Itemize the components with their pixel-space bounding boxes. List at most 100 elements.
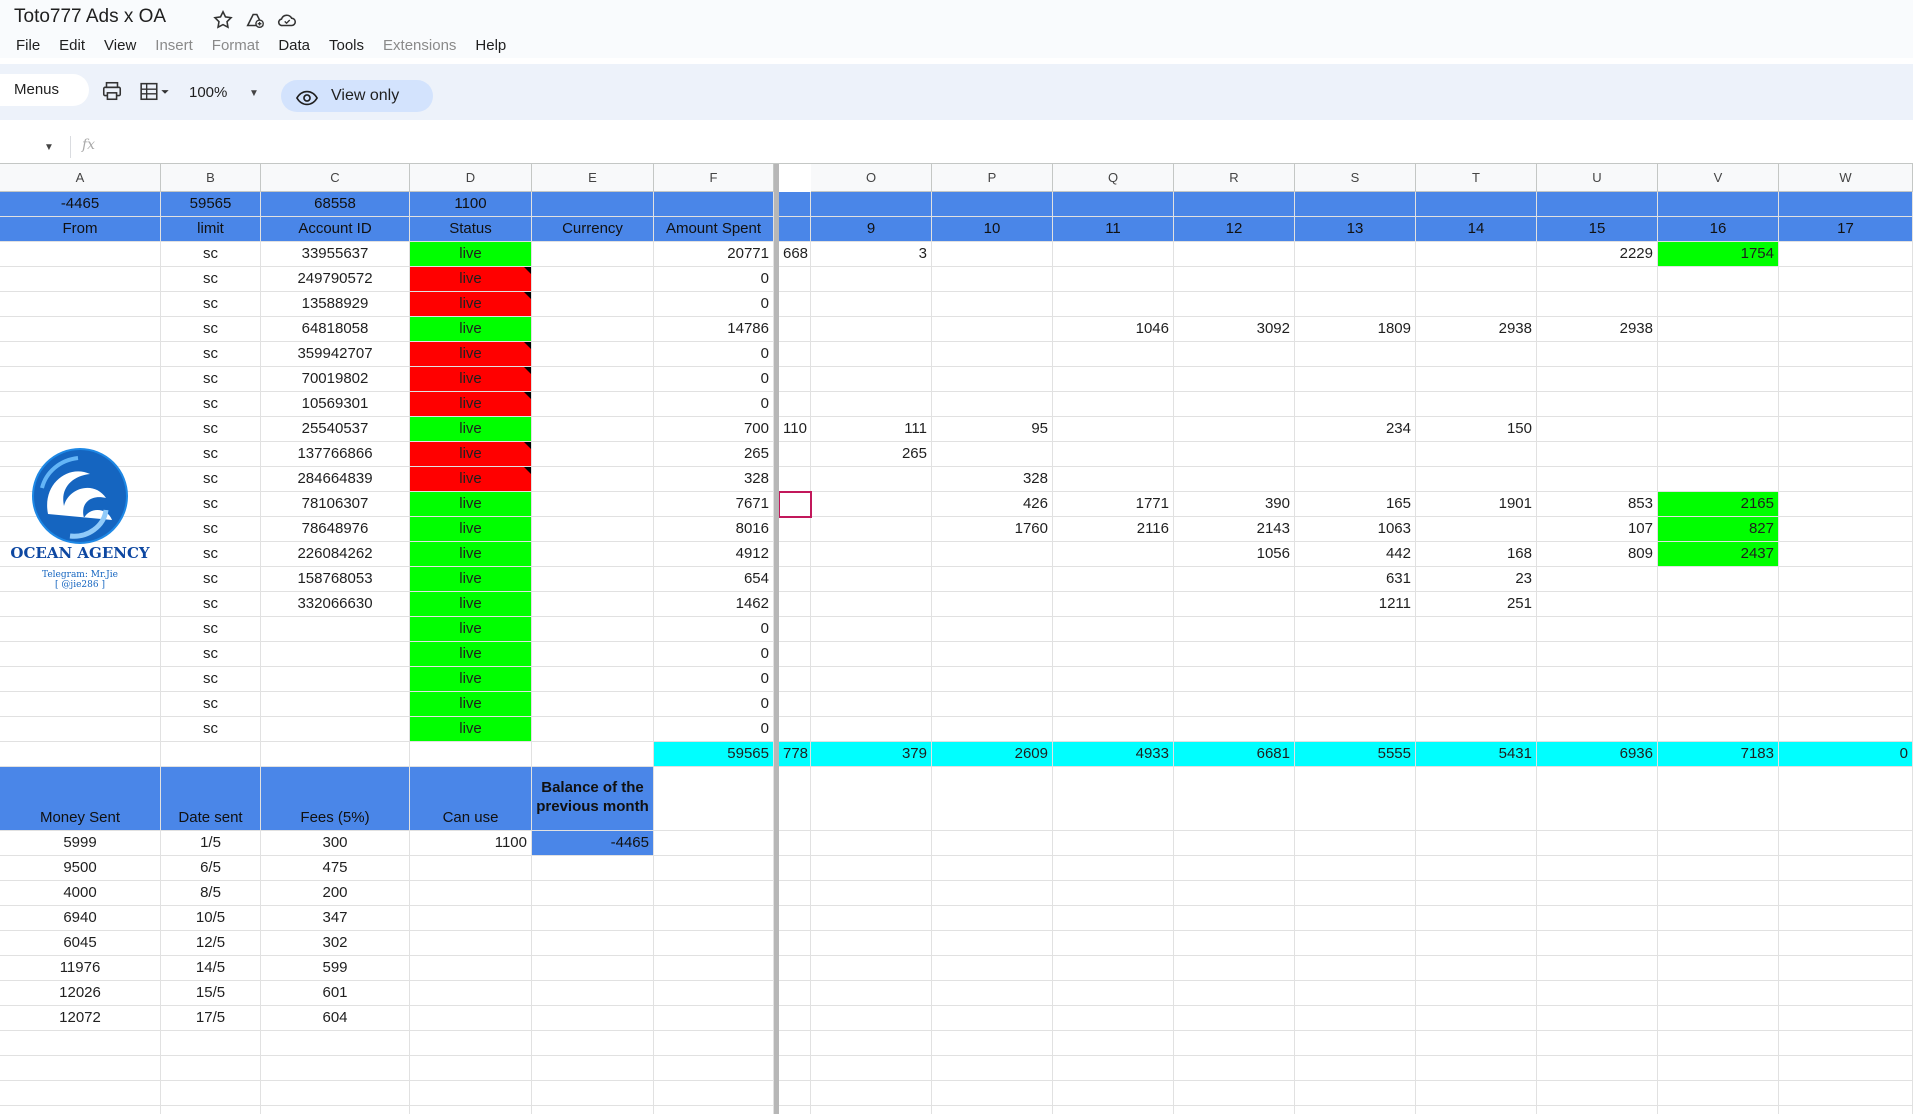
status-cell[interactable]: live: [410, 442, 532, 467]
empty-cell[interactable]: [1416, 981, 1537, 1006]
total-day-cell[interactable]: 0: [1779, 742, 1913, 767]
day-cell[interactable]: [779, 717, 811, 742]
empty-cell[interactable]: [1537, 767, 1658, 831]
currency-cell[interactable]: [532, 667, 654, 692]
day-cell[interactable]: [1053, 267, 1174, 292]
menu-edit[interactable]: Edit: [59, 37, 85, 54]
column-header[interactable]: C: [261, 164, 410, 192]
day-cell[interactable]: 265: [811, 442, 932, 467]
empty-cell[interactable]: [1779, 1106, 1913, 1114]
empty-cell[interactable]: [1174, 856, 1295, 881]
money-sent-cell[interactable]: 6940: [0, 906, 161, 931]
fee-cell[interactable]: [261, 1031, 410, 1056]
summary-cell[interactable]: [811, 192, 932, 217]
can-use-cell[interactable]: [410, 881, 532, 906]
from-cell[interactable]: [0, 667, 161, 692]
can-use-cell[interactable]: [410, 1031, 532, 1056]
day-cell[interactable]: [1416, 267, 1537, 292]
day-cell[interactable]: 328: [932, 467, 1053, 492]
amount-spent-cell[interactable]: 328: [654, 467, 774, 492]
chevron-down-icon[interactable]: ▼: [249, 88, 259, 99]
amount-spent-cell[interactable]: 0: [654, 667, 774, 692]
header-cell[interactable]: Account ID: [261, 217, 410, 242]
empty-cell[interactable]: [1779, 931, 1913, 956]
day-cell[interactable]: [779, 642, 811, 667]
fee-cell[interactable]: 599: [261, 956, 410, 981]
empty-cell[interactable]: [932, 856, 1053, 881]
currency-cell[interactable]: [532, 267, 654, 292]
day-cell[interactable]: 809: [1537, 542, 1658, 567]
fee-cell[interactable]: [261, 1056, 410, 1081]
empty-cell[interactable]: [1295, 881, 1416, 906]
empty-cell[interactable]: [779, 831, 811, 856]
day-cell[interactable]: [1053, 692, 1174, 717]
empty-cell[interactable]: [932, 1106, 1053, 1114]
account-id-cell[interactable]: 13588929: [261, 292, 410, 317]
day-cell[interactable]: [779, 617, 811, 642]
money-sent-cell[interactable]: 4000: [0, 881, 161, 906]
day-cell[interactable]: [1295, 667, 1416, 692]
amount-spent-cell[interactable]: 700: [654, 417, 774, 442]
fee-cell[interactable]: 347: [261, 906, 410, 931]
empty-cell[interactable]: [779, 931, 811, 956]
day-cell[interactable]: [1053, 617, 1174, 642]
empty-cell[interactable]: [1779, 1056, 1913, 1081]
account-id-cell[interactable]: [261, 717, 410, 742]
summary-cell[interactable]: [1658, 192, 1779, 217]
empty-cell[interactable]: [932, 831, 1053, 856]
empty-cell[interactable]: [1658, 1056, 1779, 1081]
empty-cell[interactable]: [1174, 1031, 1295, 1056]
empty-cell[interactable]: [779, 906, 811, 931]
empty-cell[interactable]: [811, 931, 932, 956]
empty-cell[interactable]: [779, 956, 811, 981]
day-cell[interactable]: [779, 542, 811, 567]
day-cell[interactable]: 631: [1295, 567, 1416, 592]
fee-cell[interactable]: 601: [261, 981, 410, 1006]
header-cell[interactable]: Status: [410, 217, 532, 242]
limit-cell[interactable]: sc: [161, 317, 261, 342]
day-header-cell[interactable]: 16: [1658, 217, 1779, 242]
empty-cell[interactable]: [1416, 906, 1537, 931]
empty-cell[interactable]: [654, 906, 774, 931]
status-cell[interactable]: live: [410, 392, 532, 417]
empty-cell[interactable]: [811, 1081, 932, 1106]
day-cell[interactable]: 1211: [1295, 592, 1416, 617]
empty-cell[interactable]: [654, 981, 774, 1006]
empty-cell[interactable]: [1053, 1031, 1174, 1056]
balance-cell[interactable]: [532, 856, 654, 881]
empty-cell[interactable]: [654, 856, 774, 881]
money-sent-cell[interactable]: [0, 1081, 161, 1106]
money-sent-cell[interactable]: 11976: [0, 956, 161, 981]
currency-cell[interactable]: [532, 717, 654, 742]
empty-cell[interactable]: [1053, 1081, 1174, 1106]
day-cell[interactable]: 2165: [1658, 492, 1779, 517]
currency-cell[interactable]: [532, 617, 654, 642]
day-cell[interactable]: [1295, 392, 1416, 417]
active-cell-selection[interactable]: [778, 491, 812, 518]
day-cell[interactable]: [1537, 592, 1658, 617]
account-id-cell[interactable]: 70019802: [261, 367, 410, 392]
day-cell[interactable]: [811, 367, 932, 392]
total-day-cell[interactable]: 4933: [1053, 742, 1174, 767]
day-cell[interactable]: [1053, 367, 1174, 392]
day-cell[interactable]: [1779, 417, 1913, 442]
account-id-cell[interactable]: [261, 617, 410, 642]
empty-cell[interactable]: [1537, 881, 1658, 906]
payments-header-cell[interactable]: Money Sent: [0, 767, 161, 831]
empty-cell[interactable]: [1416, 1006, 1537, 1031]
day-cell[interactable]: [1537, 642, 1658, 667]
day-cell[interactable]: [779, 342, 811, 367]
can-use-cell[interactable]: [410, 956, 532, 981]
summary-cell[interactable]: 68558: [261, 192, 410, 217]
day-cell[interactable]: [1537, 467, 1658, 492]
day-cell[interactable]: 110: [779, 417, 811, 442]
account-id-cell[interactable]: 226084262: [261, 542, 410, 567]
empty-cell[interactable]: [1174, 831, 1295, 856]
account-id-cell[interactable]: [261, 642, 410, 667]
empty-cell[interactable]: [811, 1106, 932, 1114]
day-cell[interactable]: [1295, 642, 1416, 667]
account-id-cell[interactable]: 284664839: [261, 467, 410, 492]
move-to-drive-icon[interactable]: [244, 9, 266, 31]
empty-cell[interactable]: [1053, 1106, 1174, 1114]
day-cell[interactable]: [779, 392, 811, 417]
